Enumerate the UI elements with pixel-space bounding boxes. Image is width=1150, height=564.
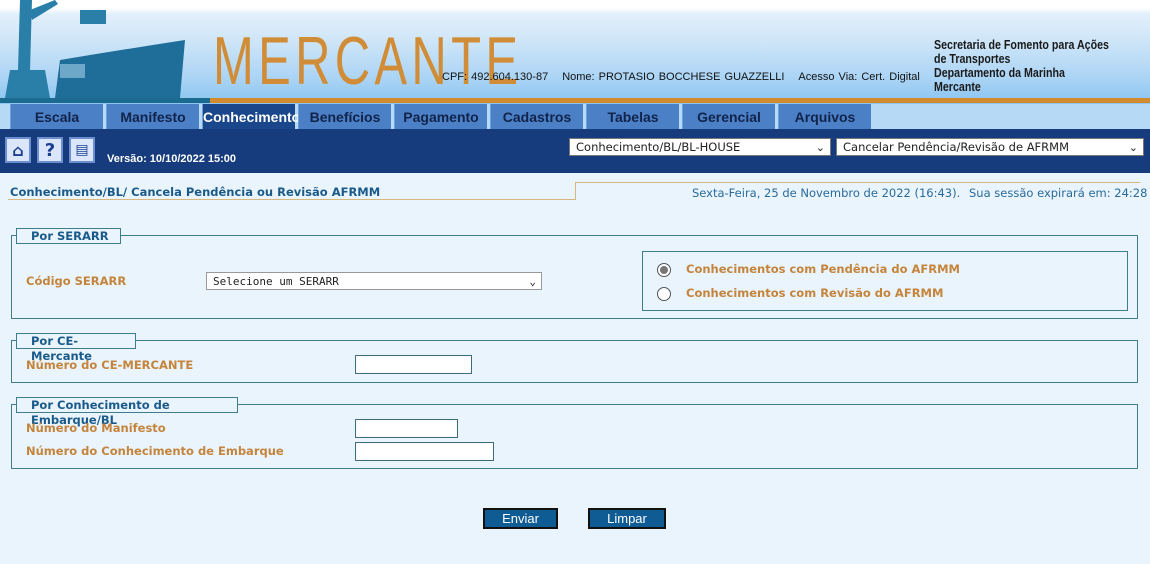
- limpar-button[interactable]: Limpar: [588, 508, 666, 529]
- tab-pagamento[interactable]: Pagamento: [394, 104, 487, 129]
- print-icon[interactable]: ▤: [69, 137, 95, 163]
- tab-manifesto[interactable]: Manifesto: [106, 104, 199, 129]
- legend-ce-mercante: Por CE-Mercante: [16, 333, 136, 363]
- tab-beneficios[interactable]: Benefícios: [298, 104, 391, 129]
- user-info: CPF: 492.604.130-87 Nome: PROTASIO BOCCHE…: [442, 71, 934, 83]
- legend-serarr: Por SERARR: [16, 228, 121, 244]
- radio-revisao-label[interactable]: Conhecimentos com Revisão do AFRMM: [686, 286, 943, 300]
- ce-mercante-label: Número do CE-MERCANTE: [26, 358, 194, 372]
- version-label: Versão: 10/10/2022 15:00: [107, 153, 237, 165]
- chevron-down-icon: ⌄: [1128, 141, 1138, 154]
- tab-arquivos[interactable]: Arquivos: [778, 104, 871, 129]
- current-date: Sexta-Feira, 25 de Novembro de 2022 (16:…: [692, 186, 961, 200]
- tab-escala[interactable]: Escala: [10, 104, 103, 129]
- serarr-select-value: Selecione um SERARR: [213, 275, 339, 288]
- manifesto-label: Número do Manifesto: [26, 421, 166, 435]
- chevron-down-icon: ⌄: [529, 275, 536, 288]
- home-icon[interactable]: ⌂: [5, 137, 31, 163]
- help-icon[interactable]: ?: [37, 137, 63, 163]
- conhecimento-embarque-input[interactable]: [355, 442, 494, 461]
- breadcrumb-underline: [8, 199, 576, 200]
- tab-conhecimento[interactable]: Conhecimento: [202, 104, 300, 129]
- serarr-select[interactable]: Selecione um SERARR ⌄: [206, 272, 542, 290]
- radio-pendencia-label[interactable]: Conhecimentos com Pendência do AFRMM: [686, 262, 960, 276]
- afrmm-radio-group: [642, 251, 1128, 311]
- radio-revisao[interactable]: [657, 287, 671, 301]
- module-select[interactable]: Conhecimento/BL/BL-HOUSE ⌄: [569, 138, 831, 156]
- access-mode: Acesso Via: Cert. Digital: [798, 71, 920, 83]
- header-divider: [0, 98, 210, 103]
- mercante-logo: MERCANTE: [213, 23, 523, 99]
- tab-gerencial[interactable]: Gerencial: [682, 104, 775, 129]
- fieldset-conhecimento-bl: [11, 404, 1138, 469]
- ship-crane-logo-icon: [5, 0, 185, 98]
- chevron-down-icon: ⌄: [815, 141, 825, 154]
- radio-pendencia[interactable]: [657, 263, 671, 277]
- tab-cadastros[interactable]: Cadastros: [490, 104, 583, 129]
- organization: Secretaria de Fomento para Ações de Tran…: [934, 38, 1111, 94]
- enviar-button[interactable]: Enviar: [483, 508, 558, 529]
- breadcrumb: Conhecimento/BL/ Cancela Pendência ou Re…: [10, 185, 381, 199]
- ce-mercante-input[interactable]: [355, 355, 472, 374]
- org-departamento: Departamento da Marinha Mercante: [934, 65, 1065, 94]
- org-secretaria: Secretaria de Fomento para Ações de Tran…: [934, 37, 1109, 66]
- tab-tabelas[interactable]: Tabelas: [586, 104, 679, 129]
- codigo-serarr-label: Código SERARR: [26, 274, 127, 288]
- cpf: CPF: 492.604.130-87: [442, 71, 549, 83]
- module-select-value: Conhecimento/BL/BL-HOUSE: [576, 140, 741, 154]
- session-timer: Sua sessão expirará em: 24:28: [969, 186, 1148, 200]
- conhecimento-embarque-label: Número do Conhecimento de Embarque: [26, 444, 284, 458]
- user-name: Nome: PROTASIO BOCCHESE GUAZZELLI: [562, 71, 785, 83]
- main-tabs: Escala Manifesto Conhecimento Benefícios…: [0, 104, 1150, 129]
- function-select[interactable]: Cancelar Pendência/Revisão de AFRMM ⌄: [836, 138, 1144, 156]
- manifesto-input[interactable]: [355, 419, 458, 438]
- function-select-value: Cancelar Pendência/Revisão de AFRMM: [843, 140, 1070, 154]
- legend-conhecimento-bl: Por Conhecimento de Embarque/BL: [16, 397, 238, 427]
